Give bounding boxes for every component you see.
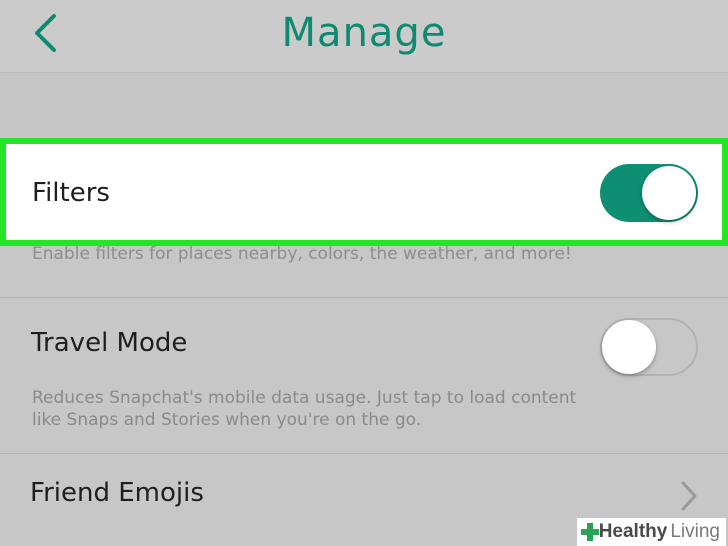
chevron-right-icon[interactable] [674,478,704,514]
watermark-sub: Living [670,521,720,542]
nav-header: Manage [0,0,728,73]
filters-toggle[interactable] [600,164,698,222]
toggle-knob [642,166,696,220]
section-spacer [0,73,728,140]
page-title: Manage [281,10,447,56]
travel-mode-description-line1: Reduces Snapchat's mobile data usage. Ju… [32,388,577,408]
travel-mode-description-line2: like Snaps and Stories when you're on th… [32,410,422,430]
filters-label: Filters [32,178,110,208]
filters-description: Enable filters for places nearby, colors… [32,244,572,264]
travel-mode-toggle[interactable] [600,318,698,376]
travel-mode-label: Travel Mode [31,328,188,358]
friend-emojis-label[interactable]: Friend Emojis [30,478,204,508]
watermark-brand: Healthy [598,521,668,542]
divider [0,297,728,298]
watermark: Healthy Living [576,518,726,546]
toggle-knob [602,320,656,374]
plus-logo-icon [580,523,599,541]
filters-row-highlight: Filters [0,138,728,246]
divider [0,453,728,454]
